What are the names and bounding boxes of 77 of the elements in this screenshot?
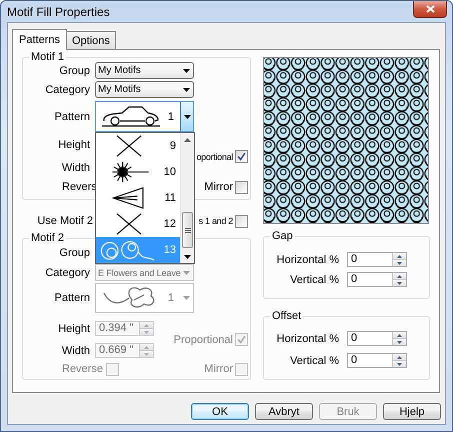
down-arrow-icon xyxy=(144,352,149,356)
number-field[interactable]: 0 xyxy=(347,272,407,287)
pattern-dropdown[interactable]: 1 xyxy=(95,101,194,132)
checkbox-label: Proportional xyxy=(174,334,233,346)
checkbox-label: Revers xyxy=(62,181,97,193)
pattern-option[interactable]: 9 xyxy=(96,133,180,159)
dialog-button[interactable]: Avbryt xyxy=(255,403,313,420)
caret-icon xyxy=(183,68,190,72)
dialog-button[interactable]: OK xyxy=(191,403,249,420)
field-label: Vertical % xyxy=(289,274,339,286)
down-arrow-icon xyxy=(397,282,402,284)
field-label: Pattern xyxy=(54,110,90,122)
caret-icon xyxy=(183,270,190,274)
spin-up-button[interactable] xyxy=(393,354,406,360)
field-label: Height xyxy=(57,322,90,334)
spin-down-button[interactable] xyxy=(393,360,406,367)
checkbox[interactable] xyxy=(235,150,248,163)
spin-up-button[interactable] xyxy=(393,273,406,279)
field-label: Width xyxy=(60,162,90,174)
caret-icon xyxy=(184,114,190,118)
checkbox-label: Reverse xyxy=(62,363,103,375)
checkbox-label: s 1 and 2 xyxy=(198,216,233,226)
field-label: Height xyxy=(57,139,90,151)
field-label: Width xyxy=(60,344,90,356)
checkbox-label: Use Motif 2 xyxy=(36,215,93,227)
checkbox-label: Mirror xyxy=(204,363,233,375)
close-icon xyxy=(426,5,434,13)
up-arrow-icon xyxy=(397,274,402,278)
field-label: Group xyxy=(58,64,90,76)
spin-up-button[interactable] xyxy=(393,332,406,338)
field-label: Horizontal % xyxy=(276,332,339,344)
up-arrow-icon xyxy=(397,356,402,358)
field-label: Horizontal % xyxy=(276,254,339,266)
caret-icon xyxy=(183,88,190,92)
pattern-option[interactable]: 12 xyxy=(96,211,180,237)
caret-icon xyxy=(183,296,190,300)
up-arrow-icon xyxy=(144,346,149,348)
field-label: Category xyxy=(44,84,90,96)
number-field[interactable]: 0 xyxy=(347,252,407,267)
group-title: Gap xyxy=(270,230,295,242)
field-label: Vertical % xyxy=(289,354,339,366)
window-title: Motif Fill Properties xyxy=(7,5,111,19)
spin-down-button[interactable] xyxy=(393,259,406,266)
dropdown[interactable]: My Motifs xyxy=(95,62,194,79)
up-arrow-icon xyxy=(397,334,402,336)
dropdown[interactable]: My Motifs xyxy=(95,81,194,98)
up-arrow-icon xyxy=(397,254,402,258)
up-arrow-icon xyxy=(184,138,191,142)
down-arrow-icon xyxy=(397,362,402,366)
down-arrow-icon xyxy=(144,330,149,334)
scrollbar[interactable] xyxy=(180,133,194,263)
down-arrow-icon xyxy=(397,262,402,264)
up-arrow-icon xyxy=(144,324,149,326)
field-label: Category xyxy=(44,266,90,278)
spin-down-button[interactable] xyxy=(393,279,406,286)
field-label: Group xyxy=(58,246,90,258)
checkbox-label: oportional xyxy=(196,152,233,162)
field-label: Pattern xyxy=(54,292,90,304)
number-field[interactable]: 0 xyxy=(347,331,407,346)
down-arrow-icon xyxy=(397,340,402,344)
group-title: Motif 1 xyxy=(29,51,66,63)
tab[interactable]: Options xyxy=(66,31,116,49)
spin-up-button[interactable] xyxy=(393,253,406,259)
group-title: Motif 2 xyxy=(29,232,66,244)
scrollbar-thumb[interactable] xyxy=(182,212,193,248)
group-title: Offset xyxy=(270,310,304,322)
checkbox[interactable] xyxy=(235,180,248,194)
close-button[interactable] xyxy=(413,1,447,18)
dialog-button[interactable]: Hjelp xyxy=(383,403,441,420)
pattern-option[interactable]: 10 xyxy=(96,159,180,185)
pattern-option[interactable]: 11 xyxy=(96,185,180,211)
checkbox-label: Mirror xyxy=(204,181,233,193)
spin-down-button[interactable] xyxy=(393,338,406,345)
tab[interactable]: Patterns xyxy=(12,29,67,50)
checkbox[interactable] xyxy=(235,214,248,228)
down-arrow-icon xyxy=(184,254,191,258)
number-field[interactable]: 0 xyxy=(347,353,407,368)
